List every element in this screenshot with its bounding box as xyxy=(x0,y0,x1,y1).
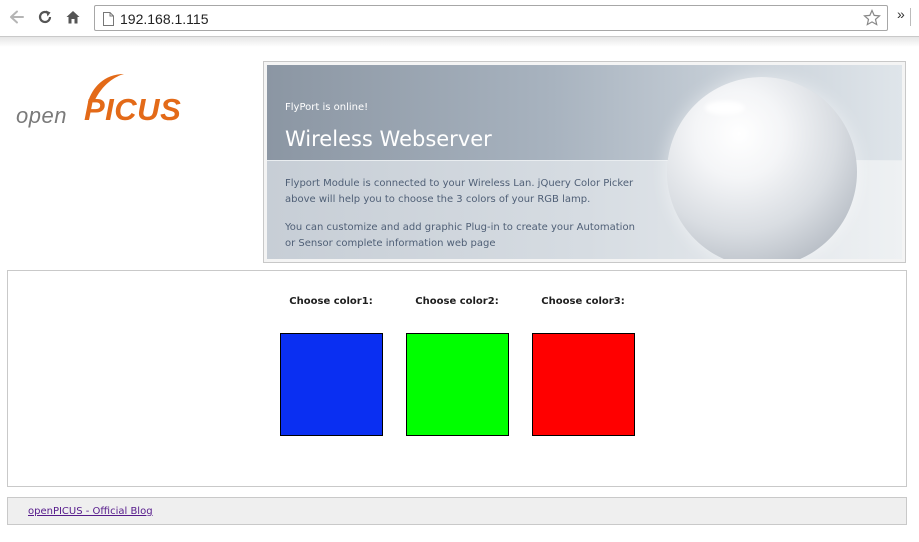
toolbar-shadow xyxy=(0,37,919,47)
toolbar-overflow-button[interactable]: » xyxy=(897,6,905,22)
toolbar-separator xyxy=(910,8,911,26)
logo-name: PICUS xyxy=(84,92,182,127)
openpicus-logo: open PICUS xyxy=(14,64,184,134)
url-text[interactable]: 192.168.1.115 xyxy=(120,11,209,27)
sphere-highlight xyxy=(705,101,745,115)
color2-swatch[interactable] xyxy=(406,333,509,436)
home-icon[interactable] xyxy=(62,6,84,28)
color1-swatch[interactable] xyxy=(280,333,383,436)
banner: FlyPort is online! Wireless Webserver Fl… xyxy=(267,65,902,259)
page-icon xyxy=(103,11,114,30)
banner-customize-note: You can customize and add graphic Plug-i… xyxy=(285,222,635,249)
color-picker-panel: Choose color1: Choose color2: Choose col… xyxy=(7,270,907,487)
logo-prefix: open xyxy=(16,103,67,128)
color3-label: Choose color3: xyxy=(541,296,625,307)
reload-icon[interactable] xyxy=(34,6,56,28)
back-arrow-icon[interactable] xyxy=(6,6,28,28)
footer: openPICUS - Official Blog xyxy=(7,497,907,525)
banner-frame: FlyPort is online! Wireless Webserver Fl… xyxy=(263,61,906,263)
sphere-graphic xyxy=(667,77,857,259)
star-icon[interactable] xyxy=(863,9,881,31)
address-bar[interactable]: 192.168.1.115 xyxy=(94,5,888,31)
online-status: FlyPort is online! xyxy=(285,102,369,113)
color3-swatch[interactable] xyxy=(532,333,635,436)
official-blog-link[interactable]: openPICUS - Official Blog xyxy=(28,506,153,517)
color1-label: Choose color1: xyxy=(289,296,373,307)
banner-description: Flyport Module is connected to your Wire… xyxy=(285,178,634,205)
browser-toolbar: 192.168.1.115 » xyxy=(0,0,919,37)
color2-label: Choose color2: xyxy=(415,296,499,307)
page-title: Wireless Webserver xyxy=(285,127,492,151)
